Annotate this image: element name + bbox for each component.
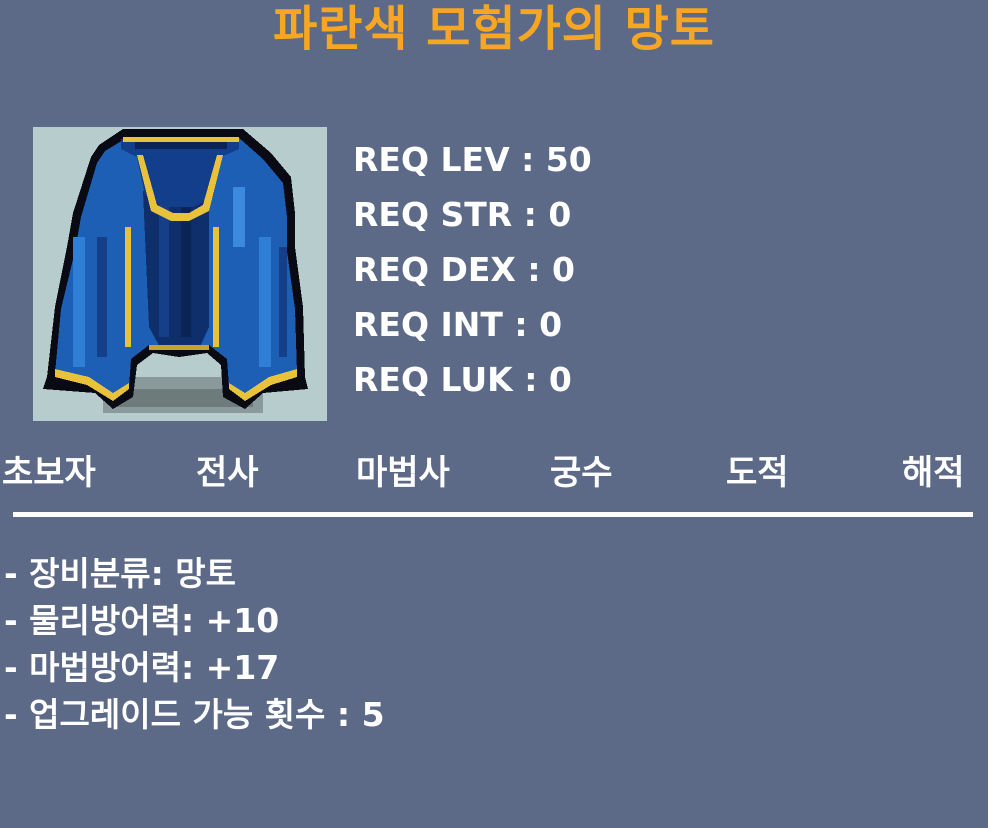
stat-equip-category: - 장비분류: 망토 <box>4 554 237 593</box>
req-str: REQ STR : 0 <box>353 195 572 234</box>
job-archer: 궁수 <box>550 453 613 493</box>
job-pirate: 해적 <box>902 453 965 493</box>
stat-physical-defense: - 물리방어력: +10 <box>4 601 280 640</box>
job-thief: 도적 <box>726 453 789 493</box>
req-level: REQ LEV : 50 <box>353 140 592 179</box>
stat-upgrade-slots: - 업그레이드 가능 횟수 : 5 <box>4 695 385 734</box>
job-list: 초보자 전사 마법사 궁수 도적 해적 <box>0 448 988 498</box>
item-image <box>33 127 327 421</box>
blue-cape-icon <box>43 129 308 413</box>
req-int: REQ INT : 0 <box>353 305 563 344</box>
stat-magic-defense: - 마법방어력: +17 <box>4 648 280 687</box>
item-title: 파란색 모험가의 망토 <box>273 1 715 57</box>
requirements-list: REQ LEV : 50 REQ STR : 0 REQ DEX : 0 REQ… <box>353 132 592 407</box>
item-stats: - 장비분류: 망토 - 물리방어력: +10 - 마법방어력: +17 - 업… <box>4 550 385 738</box>
divider <box>13 512 973 517</box>
job-warrior: 전사 <box>196 453 259 493</box>
req-dex: REQ DEX : 0 <box>353 250 576 289</box>
req-luk: REQ LUK : 0 <box>353 360 572 399</box>
job-beginner: 초보자 <box>2 453 96 493</box>
job-magician: 마법사 <box>356 453 450 493</box>
